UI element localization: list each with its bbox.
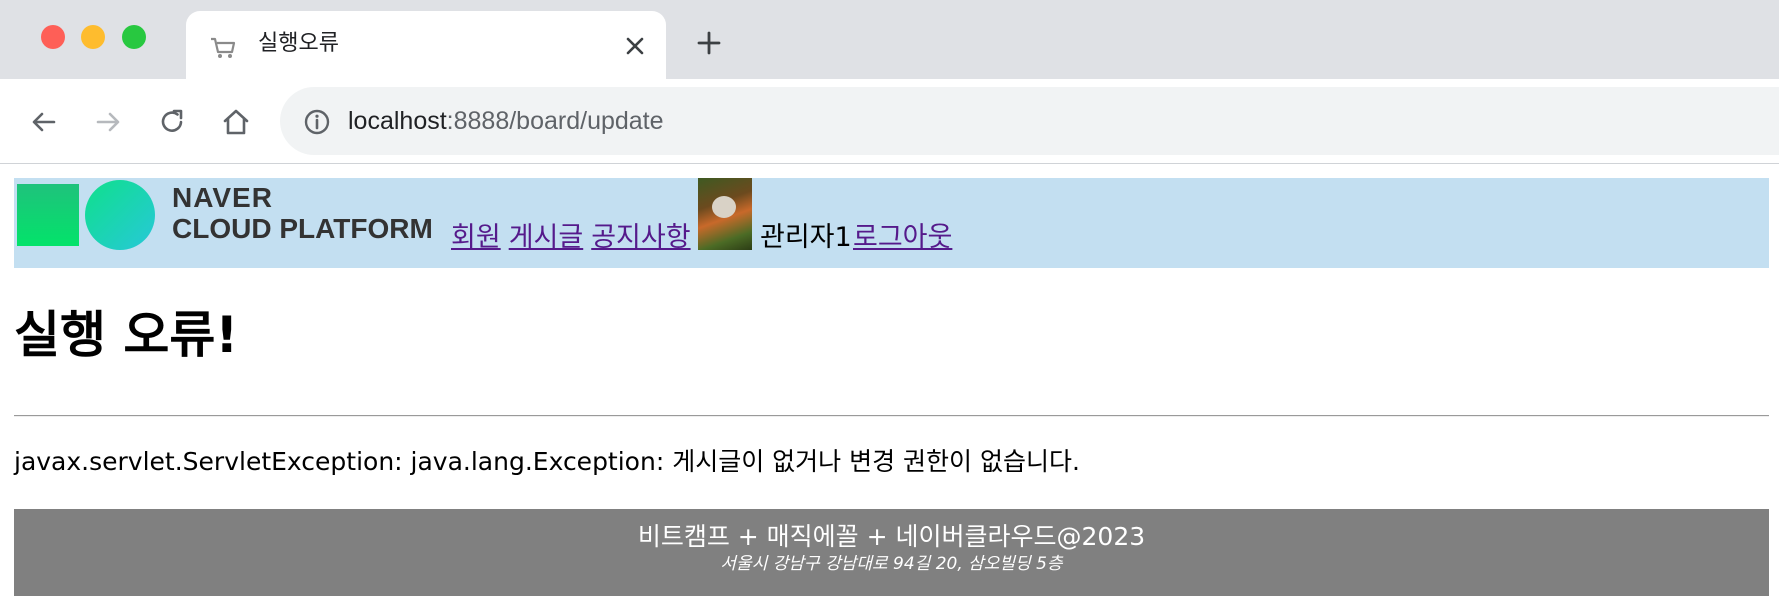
footer-text: 비트캠프 + 매직에꼴 + 네이버클라우드@2023: [637, 522, 1146, 551]
maximize-window-button[interactable]: [122, 25, 146, 49]
logo-circle-shape: [85, 180, 155, 250]
menu-link-members[interactable]: 회원: [451, 220, 501, 256]
url-text[interactable]: localhost:8888/board/update: [348, 105, 664, 137]
error-message: javax.servlet.ServletException: java.lan…: [14, 447, 1080, 476]
back-arrow-icon[interactable]: [27, 105, 61, 139]
forward-arrow-icon[interactable]: [91, 105, 125, 139]
home-icon[interactable]: [219, 105, 253, 139]
menu-link-board[interactable]: 게시글: [509, 220, 584, 256]
logo-text-line1: NAVER: [172, 182, 273, 213]
logout-link[interactable]: 로그아웃: [853, 220, 952, 256]
new-tab-icon[interactable]: [694, 28, 724, 58]
close-window-button[interactable]: [41, 25, 65, 49]
minimize-window-button[interactable]: [81, 25, 105, 49]
site-header: NAVER CLOUD PLATFORM 회원 게시글 공지사항 관리자1 로그…: [14, 178, 1769, 268]
page-title: 실행 오류!: [14, 306, 239, 364]
cart-icon: [211, 37, 236, 58]
browser-toolbar: localhost:8888/board/update: [0, 79, 1779, 164]
url-host: localhost: [348, 107, 447, 135]
address-bar[interactable]: localhost:8888/board/update: [280, 87, 1779, 155]
browser-tab[interactable]: 실행오류: [186, 11, 666, 79]
site-footer: 비트캠프 + 매직에꼴 + 네이버클라우드@2023 서울시 강남구 강남대로 …: [14, 509, 1769, 596]
logo-square-shape: [17, 184, 79, 246]
tab-title: 실행오류: [258, 31, 339, 56]
user-name: 관리자1: [760, 222, 852, 253]
menu-link-notices[interactable]: 공지사항: [591, 220, 690, 256]
reload-icon[interactable]: [155, 105, 189, 139]
main-menu: 회원 게시글 공지사항: [451, 220, 699, 256]
close-tab-icon[interactable]: [622, 33, 648, 59]
divider: [14, 415, 1769, 417]
url-path: :8888/board/update: [446, 107, 664, 135]
info-icon[interactable]: [302, 107, 332, 137]
user-avatar: [698, 178, 752, 250]
naver-cloud-logo[interactable]: NAVER CLOUD PLATFORM: [14, 178, 454, 268]
browser-titlebar: 실행오류: [0, 0, 1779, 79]
page-content: NAVER CLOUD PLATFORM 회원 게시글 공지사항 관리자1 로그…: [0, 165, 1779, 616]
red-panda-photo: [712, 196, 736, 218]
footer-address: 서울시 강남구 강남대로 94길 20, 삼오빌딩 5층: [720, 554, 1063, 574]
logo-text-line2: CLOUD PLATFORM: [172, 213, 433, 244]
